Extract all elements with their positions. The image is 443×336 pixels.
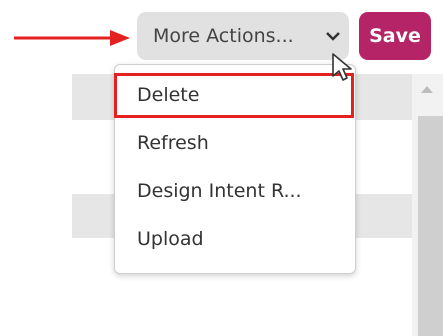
more-actions-dropdown-menu: Delete Refresh Design Intent R... Upload xyxy=(114,64,356,274)
save-button[interactable]: Save xyxy=(359,12,431,60)
chevron-down-icon xyxy=(326,32,340,41)
menu-item-label: Delete xyxy=(137,84,200,106)
annotation-arrow-icon xyxy=(14,30,130,46)
mouse-cursor-icon xyxy=(332,53,352,81)
menu-item-delete[interactable]: Delete xyxy=(115,75,355,115)
menu-item-label: Upload xyxy=(137,228,204,250)
menu-item-label: Design Intent R... xyxy=(137,180,302,202)
menu-item-refresh[interactable]: Refresh xyxy=(115,123,355,163)
menu-item-label: Refresh xyxy=(137,132,209,154)
menu-item-design-intent[interactable]: Design Intent R... xyxy=(115,171,355,211)
more-actions-button[interactable]: More Actions... xyxy=(137,12,349,60)
more-actions-label: More Actions... xyxy=(153,25,294,47)
scrollbar-thumb[interactable] xyxy=(418,116,443,336)
save-label: Save xyxy=(369,25,421,47)
chevron-up-icon[interactable] xyxy=(419,84,435,94)
menu-item-upload[interactable]: Upload xyxy=(115,219,355,259)
